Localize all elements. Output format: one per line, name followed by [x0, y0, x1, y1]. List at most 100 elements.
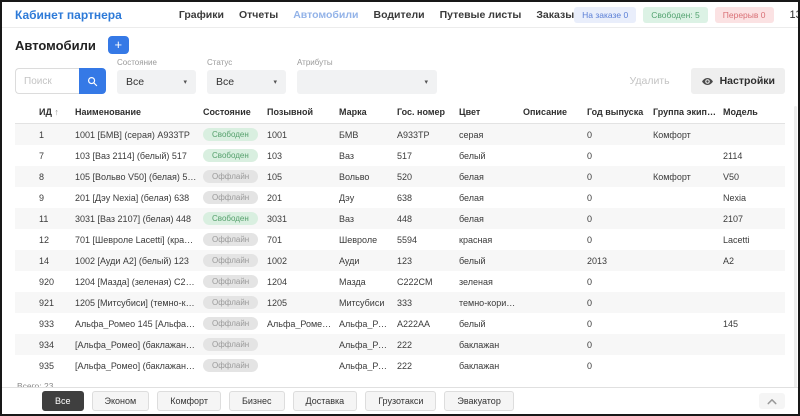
- status-badge: На заказе 0: [574, 7, 636, 23]
- column-header-name[interactable]: Наименование: [75, 107, 203, 117]
- cell-name: 1205 [Митсубиси] (темно-коричневый) ...: [75, 298, 203, 308]
- class-filter-tab[interactable]: Грузотакси: [365, 391, 436, 411]
- selected-value: Все: [126, 76, 144, 88]
- search-button[interactable]: [79, 68, 106, 94]
- cell-year: 0: [587, 151, 653, 161]
- collapse-button[interactable]: [759, 393, 785, 409]
- cell-plate: A933TP: [397, 130, 459, 140]
- filter-label: Состояние: [117, 58, 196, 67]
- chevron-down-icon: ▾: [424, 78, 428, 86]
- title-row: Автомобили +: [15, 36, 785, 54]
- table-row[interactable]: 12 701 [Шевроле Lacetti] (красная) 5594 …: [15, 229, 785, 250]
- cell-year: 0: [587, 277, 653, 287]
- nav-item[interactable]: Автомобили: [293, 9, 358, 21]
- column-header-id[interactable]: ИД ↑: [15, 107, 75, 117]
- class-filter-tab[interactable]: Все: [42, 391, 84, 411]
- delete-button[interactable]: Удалить: [620, 68, 680, 94]
- class-filter-tab[interactable]: Эвакуатор: [444, 391, 513, 411]
- cell-name: 1002 [Ауди A2] (белый) 123: [75, 256, 203, 266]
- cell-callsign: 103: [267, 151, 339, 161]
- scrollbar[interactable]: [794, 106, 797, 387]
- cell-name: 105 [Вольво V50] (белая) 520: [75, 172, 203, 182]
- cell-id: 934: [15, 340, 75, 350]
- table-row[interactable]: 934 [Альфа_Ромео] (баклажан) 222 Оффлайн…: [15, 334, 785, 355]
- column-header-callsign[interactable]: Позывной: [267, 107, 339, 117]
- cell-callsign: 1204: [267, 277, 339, 287]
- cell-callsign: 1205: [267, 298, 339, 308]
- badge-count: 0: [623, 10, 628, 20]
- cell-callsign: 201: [267, 193, 339, 203]
- filter-dropdown[interactable]: Все ▾: [117, 70, 196, 94]
- chevron-up-icon: [767, 398, 777, 405]
- table-row[interactable]: 1 1001 [БМВ] (серая) A933TP Свободен 100…: [15, 124, 785, 145]
- cell-brand: Альфа_Ромео: [339, 340, 397, 350]
- cell-crew-group: Комфорт: [653, 172, 723, 182]
- nav-item[interactable]: Заказы: [536, 9, 574, 21]
- settings-button[interactable]: Настройки: [691, 68, 785, 94]
- column-header-state[interactable]: Состояние: [203, 107, 267, 117]
- brand-title[interactable]: Кабинет партнера: [15, 8, 122, 22]
- table-row[interactable]: 7 103 [Ваз 2114] (белый) 517 Свободен 10…: [15, 145, 785, 166]
- cell-year: 0: [587, 340, 653, 350]
- cell-name: 3031 [Ваз 2107] (белая) 448: [75, 214, 203, 224]
- badge-count: 5: [695, 10, 700, 20]
- nav-item[interactable]: Водители: [374, 9, 425, 21]
- search-input[interactable]: [15, 68, 79, 94]
- nav-item[interactable]: Путевые листы: [440, 9, 522, 21]
- cell-id: 8: [15, 172, 75, 182]
- cell-state: Свободен: [203, 149, 267, 162]
- column-header-description[interactable]: Описание: [523, 107, 587, 117]
- class-filter-tab[interactable]: Бизнес: [229, 391, 285, 411]
- bottom-tabbar: Все Эконом Комфорт Бизнес Доставка Грузотакси…: [2, 387, 798, 414]
- cell-year: 0: [587, 361, 653, 371]
- table-row[interactable]: 9 201 [Дэу Nexia] (белая) 638 Оффлайн 20…: [15, 187, 785, 208]
- cell-model: 2114: [723, 151, 785, 161]
- filter-select-group: Состояние Все ▾: [117, 58, 196, 94]
- cell-year: 0: [587, 319, 653, 329]
- cell-year: 0: [587, 130, 653, 140]
- table-row[interactable]: 14 1002 [Ауди A2] (белый) 123 Оффлайн 10…: [15, 250, 785, 271]
- class-filter-tab[interactable]: Комфорт: [157, 391, 221, 411]
- table-row[interactable]: 933 Альфа_Ромео 145 [Альфа_Ромео 145] (.…: [15, 313, 785, 334]
- badge-label: На заказе: [582, 10, 621, 20]
- column-header-brand[interactable]: Марка: [339, 107, 397, 117]
- cell-brand: Вольво: [339, 172, 397, 182]
- filter-dropdown[interactable]: ▾: [297, 70, 437, 94]
- filter-select-group: Статус Все ▾: [207, 58, 286, 94]
- cell-brand: Шевроле: [339, 235, 397, 245]
- cell-model: A2: [723, 256, 785, 266]
- column-header-plate[interactable]: Гос. номер: [397, 107, 459, 117]
- table-row[interactable]: 935 [Альфа_Ромео] (баклажан) 222 Оффлайн…: [15, 355, 785, 376]
- table-row[interactable]: 921 1205 [Митсубиси] (темно-коричневый) …: [15, 292, 785, 313]
- main-content: Автомобили + Состояние Все ▾: [2, 28, 798, 387]
- table-row[interactable]: 8 105 [Вольво V50] (белая) 520 Оффлайн 1…: [15, 166, 785, 187]
- cell-year: 0: [587, 298, 653, 308]
- driver-status-badges: На заказе 0Свободен: 5Перерыв 0: [574, 7, 773, 23]
- filter-dropdown[interactable]: Все ▾: [207, 70, 286, 94]
- add-vehicle-button[interactable]: +: [108, 36, 129, 54]
- cell-name: [Альфа_Ромео] (баклажан) 222: [75, 361, 203, 371]
- class-filter-tab[interactable]: Доставка: [293, 391, 358, 411]
- column-header-crew-group[interactable]: Группа экипажа: [653, 107, 723, 117]
- column-header-color[interactable]: Цвет: [459, 107, 523, 117]
- state-pill: Свободен: [203, 128, 258, 141]
- cell-name: 103 [Ваз 2114] (белый) 517: [75, 151, 203, 161]
- nav-item[interactable]: Отчеты: [239, 9, 278, 21]
- cell-color: баклажан: [459, 340, 523, 350]
- cell-state: Оффлайн: [203, 296, 267, 309]
- cell-id: 14: [15, 256, 75, 266]
- state-pill: Оффлайн: [203, 338, 258, 351]
- table-body: 1 1001 [БМВ] (серая) A933TP Свободен 100…: [15, 124, 785, 376]
- cell-plate: 123: [397, 256, 459, 266]
- state-pill: Оффлайн: [203, 359, 258, 372]
- nav-item[interactable]: Графики: [179, 9, 224, 21]
- table-row[interactable]: 920 1204 [Мазда] (зеленая) C222CM Оффлай…: [15, 271, 785, 292]
- column-header-model[interactable]: Модель: [723, 107, 785, 117]
- filter-toolbar: Состояние Все ▾ Статус Все ▾ Атрибуты ▾: [15, 58, 785, 94]
- class-filter-tab[interactable]: Эконом: [92, 391, 150, 411]
- column-header-year[interactable]: Год выпуска: [587, 107, 653, 117]
- table-row[interactable]: 11 3031 [Ваз 2107] (белая) 448 Свободен …: [15, 208, 785, 229]
- table-header: ИД ↑ Наименование Состояние Позывной Мар…: [15, 102, 785, 124]
- state-pill: Оффлайн: [203, 191, 258, 204]
- cell-color: белый: [459, 319, 523, 329]
